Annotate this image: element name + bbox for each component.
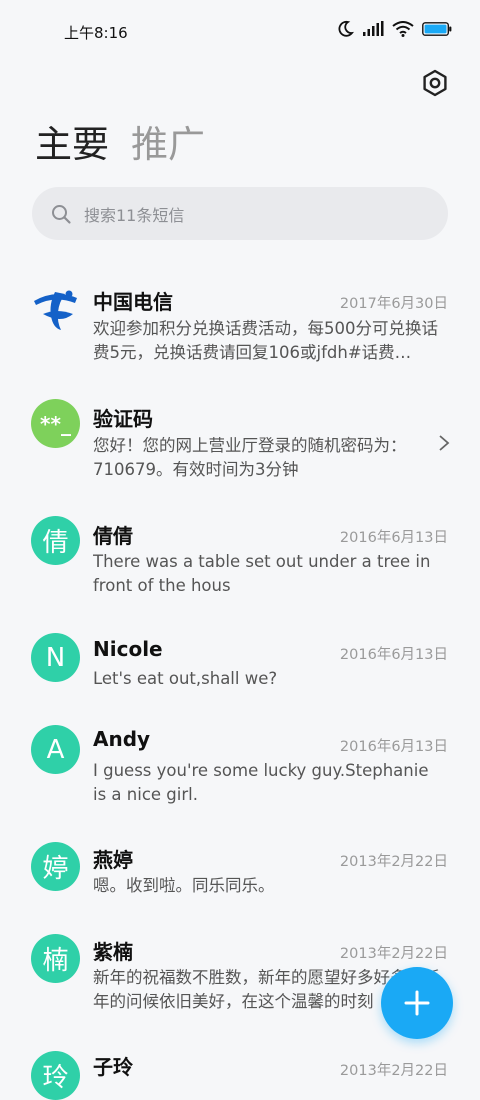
message-date: 2013年2月22日 <box>339 1063 448 1079</box>
message-date: 2016年6月13日 <box>339 530 448 546</box>
status-icons <box>338 20 452 38</box>
contact-name: 验证码 <box>93 407 153 431</box>
status-bar: 上午8:16 <box>0 0 480 62</box>
search-placeholder: 搜索11条短信 <box>84 205 185 225</box>
chevron-right-icon[interactable] <box>438 434 450 452</box>
search-icon <box>52 204 71 224</box>
contact-name: 紫楠 <box>93 940 133 964</box>
tab-primary[interactable]: 主要 <box>35 122 109 168</box>
avatar: A <box>31 725 80 774</box>
conversation-item[interactable]: **_ 验证码 您好！您的网上营业厅登录的随机密码为：710679。有效时间为3… <box>0 395 480 495</box>
avatar: 婷 <box>31 842 80 891</box>
message-preview: 欢迎参加积分兑换话费活动，每500分可兑换话费5元，兑换话费请回复106或jfd… <box>93 319 438 362</box>
avatar: 玲 <box>31 1051 80 1100</box>
message-preview: I guess you're some lucky guy.Stephanie … <box>93 761 429 804</box>
message-date: 2016年6月13日 <box>339 739 448 755</box>
conversation-item[interactable]: N Nicole 2016年6月13日 Let's eat out,shall … <box>0 629 480 709</box>
avatar: 倩 <box>31 516 80 565</box>
message-preview: 嗯。收到啦。同乐同乐。 <box>93 876 275 895</box>
contact-name: 中国电信 <box>93 290 173 314</box>
new-message-button[interactable] <box>381 967 453 1039</box>
tab-bar: 主要 推广 <box>35 122 205 168</box>
message-preview: There was a table set out under a tree i… <box>93 552 431 595</box>
china-telecom-logo-icon <box>31 284 80 333</box>
conversation-item[interactable]: 婷 燕婷 2013年2月22日 嗯。收到啦。同乐同乐。 <box>0 840 480 920</box>
battery-icon <box>422 22 452 36</box>
gear-icon <box>423 69 447 97</box>
avatar: 楠 <box>31 934 80 983</box>
contact-name: 倩倩 <box>93 524 133 548</box>
wifi-icon <box>392 21 414 37</box>
settings-button[interactable] <box>420 68 450 98</box>
tab-promotions[interactable]: 推广 <box>131 122 205 168</box>
conversation-item[interactable]: 玲 子玲 2013年2月22日 <box>0 1049 480 1100</box>
message-date: 2016年6月13日 <box>339 647 448 663</box>
conversation-item[interactable]: A Andy 2016年6月13日 I guess you're some lu… <box>0 723 480 823</box>
message-preview: 您好！您的网上营业厅登录的随机密码为：710679。有效时间为3分钟 <box>93 436 407 479</box>
search-input[interactable]: 搜索11条短信 <box>32 187 448 240</box>
status-time: 上午8:16 <box>64 24 128 42</box>
conversation-item[interactable]: 倩 倩倩 2016年6月13日 There was a table set ou… <box>0 512 480 612</box>
message-preview: Let's eat out,shall we? <box>93 669 278 688</box>
moon-icon <box>338 20 354 37</box>
avatar: N <box>31 633 80 682</box>
avatar: **_ <box>31 399 80 448</box>
message-date: 2013年2月22日 <box>339 946 448 962</box>
contact-name: 燕婷 <box>93 848 133 872</box>
conversation-item[interactable]: 中国电信 2017年6月30日 欢迎参加积分兑换话费活动，每500分可兑换话费5… <box>0 278 480 378</box>
message-date: 2017年6月30日 <box>339 296 448 312</box>
plus-icon <box>404 990 430 1016</box>
signal-icon <box>363 21 384 36</box>
contact-name: Nicole <box>93 637 163 661</box>
contact-name: Andy <box>93 727 151 751</box>
message-date: 2013年2月22日 <box>339 854 448 870</box>
